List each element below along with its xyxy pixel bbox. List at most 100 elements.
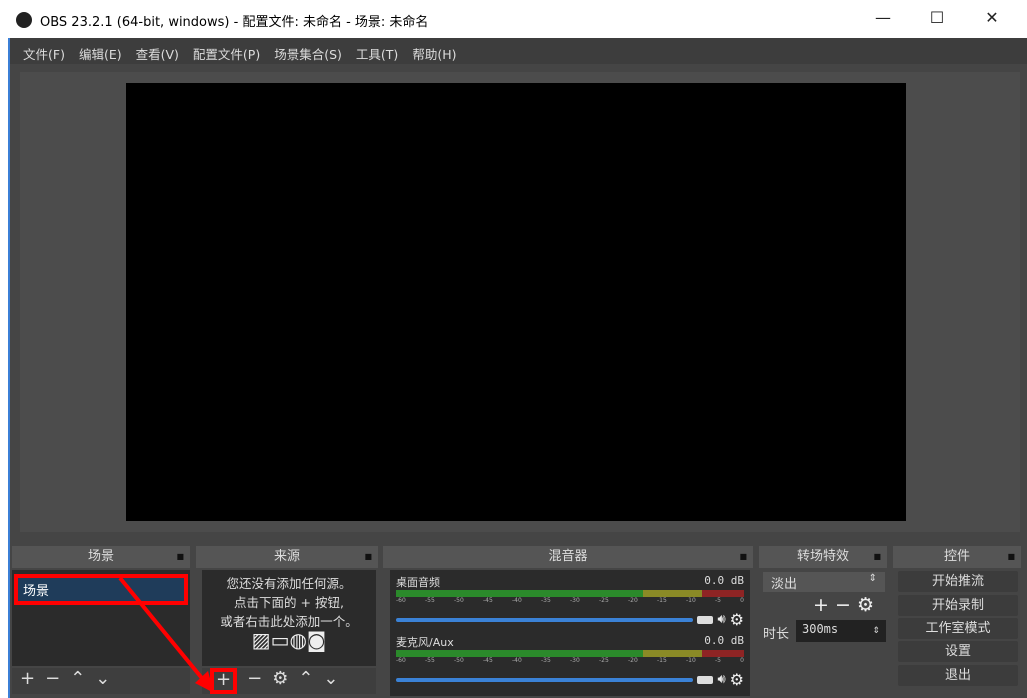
channel-name: 桌面音频 [396,576,440,589]
volume-slider[interactable] [396,617,694,622]
scale-tick: -5 [715,597,721,604]
studio-mode-button[interactable]: 工作室模式 [898,618,1018,639]
scale-tick: -35 [541,657,551,664]
sources-title: 来源 [273,549,300,564]
scale-tick: -10 [686,597,696,604]
obs-logo-icon [16,12,32,28]
remove-scene-button[interactable]: − [45,668,60,694]
mixer-channel-mic: 麦克风/Aux 0.0 dB -60 -55 -5 0 -45 -40 -35 -30 -25 -2… [396,634,744,689]
gear-icon[interactable]: ⚙ [272,668,288,694]
float-icon[interactable]: ■ [739,546,747,568]
scale-tick: -60 [396,657,406,664]
add-transition-button[interactable]: + [813,594,829,616]
scale-tick: -15 [657,657,667,664]
start-streaming-button[interactable]: 开始推流 [898,571,1018,592]
mixer-channel-desktop: 桌面音频 0.0 dB -60 -55 -5 0 -45 -40 -35 -30 -25 -20 -1… [396,574,744,634]
channel-db: 0.0 dB [704,574,744,587]
menu-tools[interactable]: 工具(T) [349,38,405,64]
volume-slider[interactable] [396,677,694,682]
transitions-dock-header: 转场特效 ■ [759,546,887,568]
duration-label: 时长 [763,627,790,642]
gear-icon[interactable]: ⚙ [857,594,874,616]
volume-slider-handle[interactable] [697,675,714,684]
volume-meter [396,650,744,657]
float-icon[interactable]: ■ [1007,546,1015,568]
scale-tick: -40 [512,657,522,664]
scale-tick: -40 [512,597,522,604]
move-down-icon[interactable]: ⌄ [323,668,338,694]
channel-db: 0.0 dB [704,634,744,647]
scale-tick: -30 [570,597,580,604]
scale-tick: -25 [599,597,609,604]
preview-area [20,72,1020,532]
float-icon[interactable]: ■ [364,546,372,568]
scenes-title: 场景 [87,549,114,564]
annotation-arrow [118,576,214,693]
duration-value: 300ms [802,622,839,636]
scale-tick: -30 [570,657,580,664]
scale-tick: -25 [599,657,609,664]
menu-view[interactable]: 查看(V) [129,38,186,64]
gear-icon[interactable]: ⚙ [730,670,744,689]
minimize-button[interactable]: — [868,8,898,30]
scale-tick: -10 [686,657,696,664]
mixer-panel: 桌面音频 0.0 dB -60 -55 -5 0 -45 -40 -35 -30 -25 -20 -1… [390,570,750,696]
start-recording-button[interactable]: 开始录制 [898,595,1018,616]
scale-tick: -20 [628,597,638,604]
empty-hint: 点击下面的 + 按钮, [234,595,344,610]
globe-icon: ◍ [289,628,307,652]
scale-tick: -35 [541,597,551,604]
speaker-icon[interactable]: 🔊︎ [717,672,725,687]
image-icon: ▨ [251,628,271,652]
channel-name: 麦克风/Aux [396,636,454,649]
menu-file[interactable]: 文件(F) [16,38,72,64]
scale-tick: -55 [425,657,435,664]
float-icon[interactable]: ■ [873,546,881,568]
gear-icon[interactable]: ⚙ [730,610,744,629]
scale-tick: -60 [396,597,406,604]
scale-tick: -15 [657,597,667,604]
preview-canvas[interactable] [126,83,906,521]
mixer-title: 混音器 [548,549,588,564]
remove-source-button[interactable]: − [247,668,262,694]
spin-icon[interactable]: ⇕ [873,622,880,636]
chevron-updown-icon: ⇕ [868,573,877,584]
scale-tick: -5 [715,657,721,664]
mixer-dock-header: 混音器 ■ [383,546,753,568]
controls-title: 控件 [943,549,970,564]
source-type-icons: ▨▭◍◙ [202,628,376,652]
menu-help[interactable]: 帮助(H) [405,38,463,64]
scale-tick: -20 [628,657,638,664]
scale-tick: -45 [483,597,493,604]
remove-transition-button[interactable]: − [835,594,851,616]
speaker-icon[interactable]: 🔊︎ [717,612,725,627]
move-up-icon[interactable]: ⌃ [298,668,313,694]
transition-selected: 淡出 [771,577,798,592]
menu-edit[interactable]: 编辑(E) [72,38,129,64]
duration-spinbox[interactable]: 300ms ⇕ [796,620,886,642]
add-scene-button[interactable]: + [20,668,35,694]
scale-tick: -45 [483,657,493,664]
scale-tick: 0 [740,657,744,664]
sources-list[interactable]: 您还没有添加任何源。 点击下面的 + 按钮, 或者右击此处添加一个。 ▨▭◍◙ [202,570,376,666]
scale-tick: -55 [425,597,435,604]
transition-select[interactable]: 淡出 ⇕ [763,572,885,592]
menu-profile[interactable]: 配置文件(P) [186,38,267,64]
sources-dock-header: 来源 ■ [196,546,378,568]
window-title: OBS 23.2.1 (64-bit, windows) - 配置文件: 未命名… [40,15,429,30]
exit-button[interactable]: 退出 [898,665,1018,686]
float-icon[interactable]: ■ [176,546,184,568]
move-down-icon[interactable]: ⌄ [95,668,110,694]
controls-dock-header: 控件 ■ [893,546,1021,568]
volume-slider-handle[interactable] [697,615,714,624]
move-up-icon[interactable]: ⌃ [70,668,85,694]
empty-hint: 您还没有添加任何源。 [226,576,352,591]
obs-main-window: 文件(F) 编辑(E) 查看(V) 配置文件(P) 场景集合(S) 工具(T) … [8,38,1027,698]
volume-meter [396,590,744,597]
close-button[interactable]: ✕ [977,8,1007,30]
meter-scale: -60 -55 -50 -45 -40 -35 -30 -25 -20 -15 -10 -5 0 [396,597,744,604]
scale-tick: 0 [740,597,744,604]
menu-scene-collection[interactable]: 场景集合(S) [267,38,349,64]
maximize-button[interactable]: ☐ [922,8,952,30]
settings-button[interactable]: 设置 [898,641,1018,662]
